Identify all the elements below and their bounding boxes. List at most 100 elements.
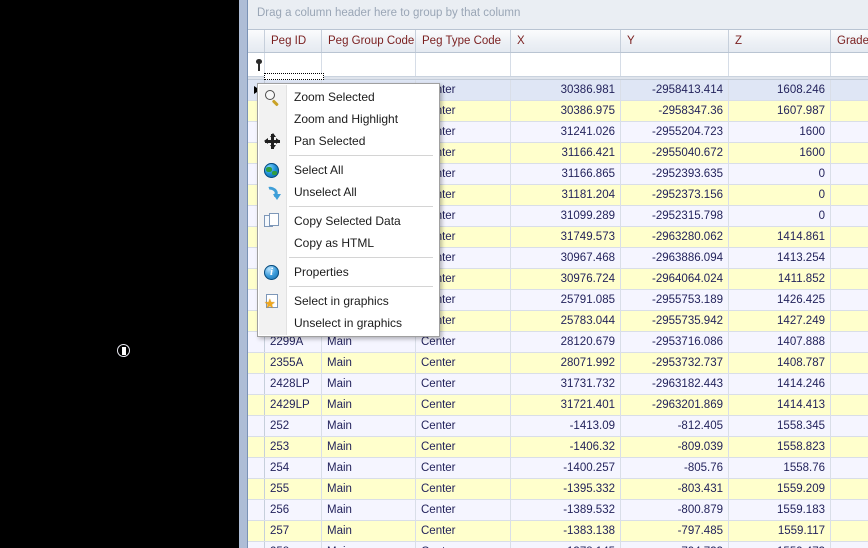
- cell-indicator[interactable]: [248, 374, 265, 394]
- column-header-grade[interactable]: Grade: [831, 30, 868, 52]
- filter-cell-peg_type_code[interactable]: [416, 53, 511, 76]
- column-header-peg_id[interactable]: Peg ID: [265, 30, 322, 52]
- cell-x[interactable]: 31721.401: [511, 395, 621, 415]
- column-header-y[interactable]: Y: [621, 30, 729, 52]
- cell-grade[interactable]: [831, 227, 868, 247]
- table-row[interactable]: 2355AMainCenter28071.992-2953732.7371408…: [248, 353, 868, 374]
- cell-grade[interactable]: [831, 248, 868, 268]
- cell-peg_id[interactable]: 254: [265, 458, 322, 478]
- cell-grade[interactable]: [831, 269, 868, 289]
- cell-y[interactable]: -794.733: [621, 542, 729, 548]
- table-row[interactable]: 2429LPMainCenter31721.401-2963201.869141…: [248, 395, 868, 416]
- cell-grade[interactable]: [831, 101, 868, 121]
- menu-item-select-in-graphics[interactable]: ★Select in graphics: [258, 290, 439, 312]
- cell-x[interactable]: 30386.981: [511, 80, 621, 100]
- cell-grade[interactable]: [831, 311, 868, 331]
- cell-z[interactable]: 1607.987: [729, 101, 831, 121]
- table-row[interactable]: 254MainCenter-1400.257-805.761558.76: [248, 458, 868, 479]
- cell-z[interactable]: 1608.246: [729, 80, 831, 100]
- filter-cell-z[interactable]: [729, 53, 831, 76]
- cell-x[interactable]: 25791.085: [511, 290, 621, 310]
- menu-item-zoom-selected[interactable]: Zoom Selected: [258, 86, 439, 108]
- cell-y[interactable]: -805.76: [621, 458, 729, 478]
- filter-pin-icon[interactable]: [254, 59, 264, 71]
- cell-grade[interactable]: [831, 521, 868, 541]
- cell-x[interactable]: 31731.732: [511, 374, 621, 394]
- cell-peg_group_code[interactable]: Main: [322, 374, 416, 394]
- cell-peg_id[interactable]: 252: [265, 416, 322, 436]
- cell-grade[interactable]: [831, 458, 868, 478]
- menu-item-copy-as-html[interactable]: Copy as HTML: [258, 232, 439, 254]
- cell-y[interactable]: -2963182.443: [621, 374, 729, 394]
- cell-z[interactable]: 0: [729, 164, 831, 184]
- cell-z[interactable]: 1559.209: [729, 479, 831, 499]
- cell-indicator[interactable]: [248, 416, 265, 436]
- cell-grade[interactable]: [831, 500, 868, 520]
- cell-x[interactable]: -1383.138: [511, 521, 621, 541]
- cell-y[interactable]: -2963201.869: [621, 395, 729, 415]
- cell-peg_id[interactable]: 2429LP: [265, 395, 322, 415]
- cell-y[interactable]: -2953732.737: [621, 353, 729, 373]
- cell-indicator[interactable]: [248, 521, 265, 541]
- cell-x[interactable]: -1400.257: [511, 458, 621, 478]
- table-row[interactable]: 255MainCenter-1395.332-803.4311559.209: [248, 479, 868, 500]
- cell-peg_type_code[interactable]: Center: [416, 521, 511, 541]
- cell-z[interactable]: 1426.425: [729, 290, 831, 310]
- cell-x[interactable]: -1395.332: [511, 479, 621, 499]
- cell-grade[interactable]: [831, 353, 868, 373]
- cell-indicator[interactable]: [248, 542, 265, 548]
- cell-peg_id[interactable]: 2355A: [265, 353, 322, 373]
- filter-cell-y[interactable]: [621, 53, 729, 76]
- cell-peg_group_code[interactable]: Main: [322, 521, 416, 541]
- cell-z[interactable]: 0: [729, 206, 831, 226]
- cell-z[interactable]: 1427.249: [729, 311, 831, 331]
- menu-item-properties[interactable]: iProperties: [258, 261, 439, 283]
- cell-peg_id[interactable]: 258: [265, 542, 322, 548]
- cell-z[interactable]: 0: [729, 185, 831, 205]
- cell-z[interactable]: 1558.823: [729, 437, 831, 457]
- cell-grade[interactable]: [831, 290, 868, 310]
- cell-peg_group_code[interactable]: Main: [322, 416, 416, 436]
- cell-x[interactable]: 31166.865: [511, 164, 621, 184]
- filter-cell-x[interactable]: [511, 53, 621, 76]
- filter-cell-peg_group_code[interactable]: [322, 53, 416, 76]
- cell-z[interactable]: 1408.787: [729, 353, 831, 373]
- cell-x[interactable]: -1413.09: [511, 416, 621, 436]
- cell-x[interactable]: 31181.204: [511, 185, 621, 205]
- cell-indicator[interactable]: [248, 500, 265, 520]
- cell-peg_type_code[interactable]: Center: [416, 458, 511, 478]
- cell-peg_id[interactable]: 257: [265, 521, 322, 541]
- cell-y[interactable]: -2955753.189: [621, 290, 729, 310]
- cell-z[interactable]: 1407.888: [729, 332, 831, 352]
- cell-peg_group_code[interactable]: Main: [322, 479, 416, 499]
- cell-grade[interactable]: [831, 80, 868, 100]
- cell-y[interactable]: -2963886.094: [621, 248, 729, 268]
- cell-z[interactable]: 1559.473: [729, 542, 831, 548]
- cell-y[interactable]: -2964064.024: [621, 269, 729, 289]
- cell-peg_type_code[interactable]: Center: [416, 395, 511, 415]
- cell-grade[interactable]: [831, 395, 868, 415]
- column-header-x[interactable]: X: [511, 30, 621, 52]
- menu-item-copy-selected-data[interactable]: Copy Selected Data: [258, 210, 439, 232]
- cell-peg_id[interactable]: 2428LP: [265, 374, 322, 394]
- cell-indicator[interactable]: [248, 395, 265, 415]
- table-row[interactable]: 258MainCenter-1378.145-794.7331559.473: [248, 542, 868, 548]
- cell-grade[interactable]: [831, 542, 868, 548]
- column-header-indicator[interactable]: [248, 30, 265, 52]
- menu-item-unselect-all[interactable]: Unselect All: [258, 181, 439, 203]
- cell-x[interactable]: 28120.679: [511, 332, 621, 352]
- cell-peg_group_code[interactable]: Main: [322, 542, 416, 548]
- cell-z[interactable]: 1600: [729, 122, 831, 142]
- cell-indicator[interactable]: [248, 437, 265, 457]
- cell-x[interactable]: 30976.724: [511, 269, 621, 289]
- cell-indicator[interactable]: [248, 458, 265, 478]
- cell-grade[interactable]: [831, 374, 868, 394]
- column-header-peg_group_code[interactable]: Peg Group Code: [322, 30, 416, 52]
- table-row[interactable]: 256MainCenter-1389.532-800.8791559.183: [248, 500, 868, 521]
- cell-y[interactable]: -2963280.062: [621, 227, 729, 247]
- cell-indicator[interactable]: [248, 353, 265, 373]
- table-row[interactable]: 253MainCenter-1406.32-809.0391558.823: [248, 437, 868, 458]
- cell-x[interactable]: 31749.573: [511, 227, 621, 247]
- cell-y[interactable]: -797.485: [621, 521, 729, 541]
- cell-peg_type_code[interactable]: Center: [416, 353, 511, 373]
